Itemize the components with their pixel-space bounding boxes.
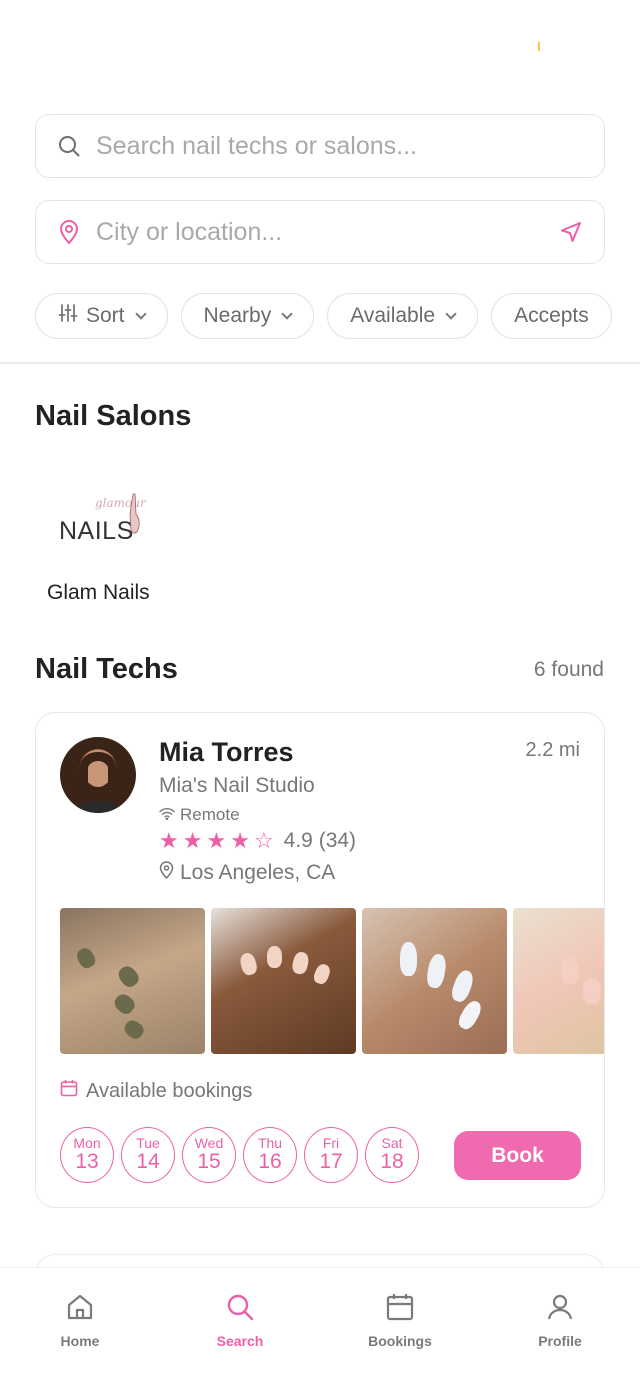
salon-name[interactable]: Glam Nails [47, 581, 150, 605]
tab-bookings-label: Bookings [368, 1333, 432, 1349]
bottom-tab-bar: Home Search Bookings Profile [0, 1267, 640, 1391]
location-input[interactable]: City or location... [35, 200, 605, 264]
tab-profile-label: Profile [538, 1333, 582, 1349]
calendar-icon [385, 1292, 415, 1327]
chevron-down-icon [134, 308, 147, 320]
star-filled-icon: ★ [230, 828, 250, 853]
chevron-down-icon [445, 308, 457, 320]
nail-photo[interactable] [362, 908, 507, 1054]
day-chip[interactable]: Sat 18 [365, 1127, 419, 1183]
nail-photo[interactable] [513, 908, 604, 1054]
tab-bookings[interactable]: Bookings [320, 1268, 480, 1391]
chevron-down-icon [281, 308, 293, 320]
status-indicator [538, 42, 540, 51]
divider [0, 362, 640, 364]
available-label: Available [350, 304, 436, 327]
section-title-techs: Nail Techs [35, 653, 178, 685]
location-placeholder: City or location... [96, 217, 283, 246]
day-picker: Mon 13 Tue 14 Wed 15 Thu 16 Fri 17 Sat 18 [60, 1127, 419, 1183]
wifi-icon [159, 805, 175, 825]
search-input[interactable]: Search nail techs or salons... [35, 114, 605, 178]
available-bookings: Available bookings [60, 1079, 252, 1103]
results-count: 6 found [533, 658, 604, 681]
tech-name[interactable]: Mia Torres [159, 737, 294, 768]
studio-name: Mia's Nail Studio [159, 774, 315, 797]
map-pin-icon [56, 219, 82, 245]
section-title-salons: Nail Salons [35, 400, 192, 432]
map-pin-icon [159, 861, 174, 885]
distance: 2.2 mi [525, 739, 580, 761]
search-icon [225, 1292, 255, 1327]
day-chip[interactable]: Fri 17 [304, 1127, 358, 1183]
sort-filter-chip[interactable]: Sort [35, 293, 168, 339]
remote-tag: Remote [159, 805, 240, 825]
star-filled-icon: ★ [159, 828, 179, 853]
location-label: Los Angeles, CA [180, 861, 336, 884]
home-icon [65, 1292, 95, 1327]
nearby-label: Nearby [203, 304, 272, 327]
calendar-icon [60, 1079, 78, 1103]
star-filled-icon: ★ [206, 828, 227, 853]
tab-home-label: Home [60, 1333, 100, 1349]
svg-text:glamour: glamour [95, 496, 147, 510]
rating-text: 4.9 (34) [283, 829, 357, 852]
search-placeholder: Search nail techs or salons... [96, 131, 417, 160]
salon-logo[interactable]: glamour NAILS [55, 484, 151, 554]
avatar[interactable] [60, 737, 136, 813]
accepts-label: Accepts [514, 304, 589, 327]
day-chip[interactable]: Tue 14 [121, 1127, 175, 1183]
tab-profile[interactable]: Profile [480, 1268, 640, 1391]
tech-location: Los Angeles, CA [159, 861, 335, 885]
accepts-filter-chip[interactable]: Accepts [491, 293, 612, 339]
available-bookings-label: Available bookings [86, 1079, 253, 1102]
day-chip[interactable]: Mon 13 [60, 1127, 114, 1183]
available-filter-chip[interactable]: Available [327, 293, 479, 339]
filter-bar: Sort Nearby Available Accepts [35, 293, 612, 339]
day-chip[interactable]: Thu 16 [243, 1127, 297, 1183]
tab-home[interactable]: Home [0, 1268, 160, 1391]
remote-label: Remote [180, 805, 240, 824]
tab-search[interactable]: Search [160, 1268, 320, 1391]
book-button[interactable]: Book [454, 1131, 581, 1180]
star-filled-icon: ★ [182, 828, 203, 853]
sliders-icon [58, 303, 78, 329]
nearby-filter-chip[interactable]: Nearby [180, 293, 315, 339]
user-icon [545, 1292, 575, 1327]
tab-search-label: Search [216, 1333, 264, 1349]
nail-photo[interactable] [211, 908, 356, 1054]
rating: ★ ★ ★ ★ ☆ 4.9 (34) [159, 829, 356, 853]
sort-label: Sort [86, 304, 125, 327]
tech-card[interactable]: Mia Torres 2.2 mi Mia's Nail Studio Remo… [35, 712, 605, 1208]
star-outline-icon: ☆ [253, 828, 274, 853]
search-icon [56, 133, 82, 159]
day-chip[interactable]: Wed 15 [182, 1127, 236, 1183]
photo-gallery[interactable] [60, 908, 604, 1054]
nail-photo[interactable] [60, 908, 205, 1054]
svg-text:NAILS: NAILS [59, 517, 134, 545]
navigation-arrow-icon[interactable] [558, 219, 584, 245]
